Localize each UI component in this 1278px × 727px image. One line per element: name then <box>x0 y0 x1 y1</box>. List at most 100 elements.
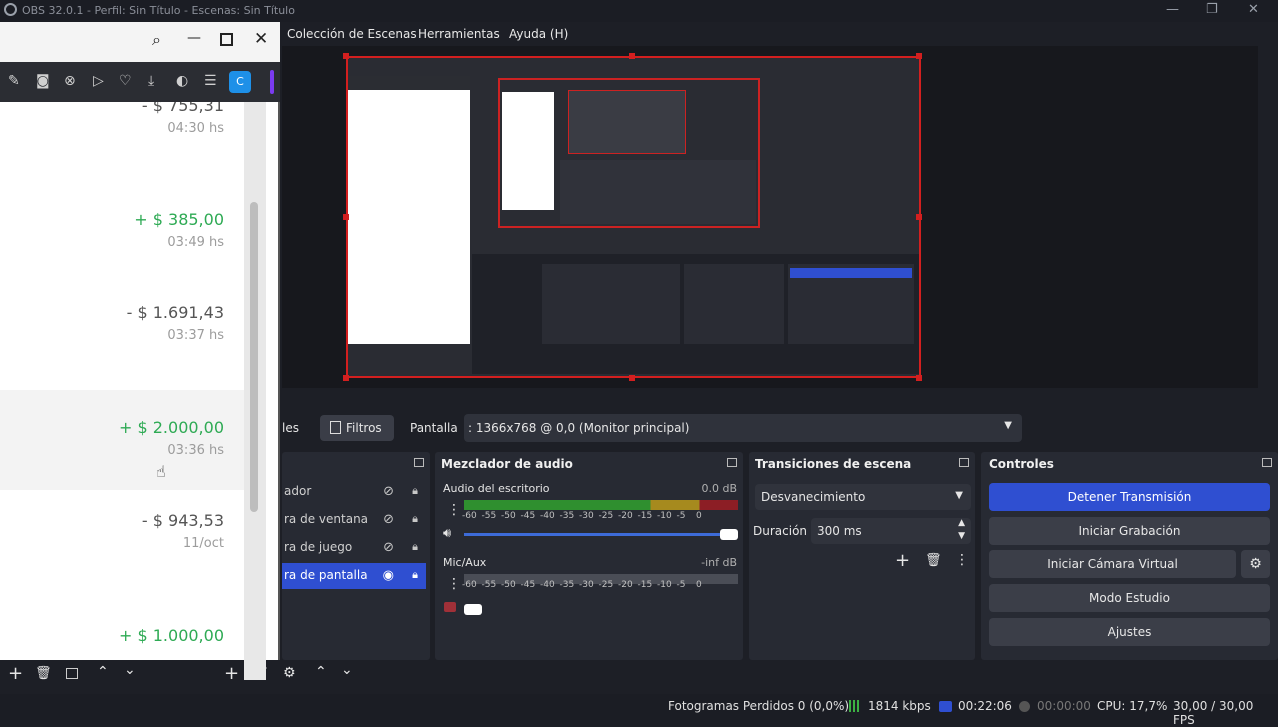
lock-icon[interactable]: 🔒︎ <box>412 540 418 554</box>
source-row-selected[interactable]: ra de pantalla ◉ 🔒︎ <box>282 563 426 589</box>
play-icon[interactable]: ▷ <box>93 73 104 89</box>
resize-handle-tc[interactable] <box>629 53 635 59</box>
virtual-camera-settings-button[interactable]: ⚙︎ <box>1241 550 1270 578</box>
transition-menu-icon[interactable]: ⋮ <box>955 552 969 568</box>
source-row[interactable]: ra de juego ⊘ 🔒︎ <box>282 535 426 561</box>
record-icon[interactable]: ⊗ <box>64 73 76 89</box>
settings-button[interactable]: Ajustes <box>989 618 1270 646</box>
undock-icon[interactable] <box>959 458 969 467</box>
toggle-icon[interactable]: ◐ <box>176 73 188 89</box>
stop-streaming-button[interactable]: Detener Transmisión <box>989 483 1270 511</box>
resize-handle-ml[interactable] <box>343 214 349 220</box>
resize-handle-br[interactable] <box>916 375 922 381</box>
lock-icon[interactable]: 🔒︎ <box>412 484 418 498</box>
app-header: ⌕ — ✕ <box>0 22 280 62</box>
scrollbar-thumb[interactable] <box>250 202 258 512</box>
add-transition-icon[interactable]: + <box>895 550 910 571</box>
restore-icon[interactable]: ❐ <box>1206 2 1218 17</box>
display-select[interactable]: : 1366x768 @ 0,0 (Monitor principal) ▼ <box>464 414 1022 442</box>
start-recording-button[interactable]: Iniciar Grabación <box>989 517 1270 545</box>
desktop-volume-slider[interactable] <box>464 533 730 536</box>
preview-source-frame[interactable] <box>346 56 921 378</box>
heart-icon[interactable]: ♡ <box>119 73 132 89</box>
move-down-icon[interactable]: ⌄ <box>341 662 353 678</box>
transition-select[interactable]: Desvanecimiento ▼ <box>755 484 971 510</box>
fps: 30,00 / 30,00 FPS <box>1173 699 1254 727</box>
duration-input[interactable]: 300 ms ▲ ▼ <box>811 518 971 544</box>
eye-hidden-icon[interactable]: ⊘ <box>383 512 394 527</box>
edit-icon[interactable]: ✎ <box>8 73 20 89</box>
desktop-volume-handle[interactable] <box>720 529 738 540</box>
resize-handle-mr[interactable] <box>916 214 922 220</box>
start-virtual-camera-button[interactable]: Iniciar Cámara Virtual <box>989 550 1236 578</box>
title-bar: OBS 32.0.1 - Perfil: Sin Título - Escena… <box>0 0 1278 22</box>
lock-icon[interactable]: 🔒︎ <box>412 568 418 582</box>
transaction-item[interactable]: - $ 1.691,43 03:37 hs <box>127 303 224 343</box>
resize-handle-bc[interactable] <box>629 375 635 381</box>
menu-tools[interactable]: Herramientas <box>418 27 500 41</box>
add-source-icon[interactable]: + <box>224 663 239 684</box>
transaction-item[interactable]: - $ 755,31 04:30 hs <box>142 102 224 136</box>
mic-volume-handle[interactable] <box>464 604 482 615</box>
trash-icon[interactable]: 🗑︎ <box>925 553 942 568</box>
speaker-icon[interactable]: 🔊︎ <box>443 526 451 541</box>
transaction-item[interactable]: + $ 385,00 03:49 hs <box>134 210 224 250</box>
eye-hidden-icon[interactable]: ⊘ <box>383 540 394 555</box>
eye-icon[interactable]: ◉ <box>383 568 394 583</box>
camera-icon[interactable]: ◙ <box>36 73 50 89</box>
source-row[interactable]: ador ⊘ 🔒︎ <box>282 479 426 505</box>
minimize-icon[interactable]: — <box>187 30 201 46</box>
studio-mode-button[interactable]: Modo Estudio <box>989 584 1270 612</box>
undock-icon[interactable] <box>1262 458 1272 467</box>
mirror-app-window: ⌕ — ✕ ✎ ◙ ⊗ ▷ ♡ ⤓ ◐ ☰ C - $ 755,31 04:30… <box>0 22 280 680</box>
obs-logo-icon <box>4 3 17 16</box>
stepper-down-icon[interactable]: ▼ <box>958 531 965 541</box>
menu-help[interactable]: Ayuda (H) <box>509 27 568 41</box>
gear-icon[interactable]: ⚙︎ <box>283 665 296 681</box>
scene-filter-icon[interactable] <box>66 668 78 679</box>
preview-canvas[interactable] <box>282 46 1258 388</box>
channel-menu-icon[interactable]: ⋮ <box>447 576 461 592</box>
properties-button-label[interactable]: les <box>282 421 299 435</box>
transaction-time: 03:37 hs <box>167 328 224 343</box>
undock-icon[interactable] <box>727 458 737 467</box>
lock-icon[interactable]: 🔒︎ <box>412 512 418 526</box>
transaction-amount: + $ 2.000,00 <box>118 418 224 437</box>
minimize-icon[interactable]: — <box>1166 2 1179 17</box>
search-icon[interactable]: ⌕ <box>152 30 161 50</box>
move-up-icon[interactable]: ⌃ <box>315 664 327 680</box>
resize-handle-tr[interactable] <box>916 53 922 59</box>
transaction-item[interactable]: + $ 1.000,00 <box>119 626 224 645</box>
menu-scene-collection[interactable]: Colección de Escenas <box>287 27 417 41</box>
muted-speaker-icon[interactable] <box>444 602 456 612</box>
menu-icon[interactable]: ☰ <box>204 73 217 89</box>
transaction-item[interactable]: - $ 943,53 11/oct <box>142 511 224 551</box>
transaction-time: 03:36 hs <box>167 443 224 458</box>
close-icon[interactable]: ✕ <box>1248 2 1259 17</box>
channel-menu-icon[interactable]: ⋮ <box>447 502 461 518</box>
undock-icon[interactable] <box>414 458 424 467</box>
move-up-icon[interactable]: ⌃ <box>97 664 109 680</box>
transaction-amount: + $ 385,00 <box>134 210 224 229</box>
resize-handle-tl[interactable] <box>343 53 349 59</box>
mic-audio-ticks: -60 -55 -50 -45 -40 -35 -30 -25 -20 -15 -10 -5 0 <box>462 580 702 590</box>
source-label: ra de pantalla <box>284 568 368 582</box>
chevron-down-icon: ▼ <box>955 490 963 501</box>
download-icon[interactable]: ⤓ <box>148 73 154 89</box>
transaction-list: - $ 755,31 04:30 hs + $ 385,00 03:49 hs … <box>0 102 244 660</box>
filters-button[interactable]: Filtros <box>320 415 394 441</box>
source-label: ra de ventana <box>284 512 369 526</box>
source-row[interactable]: ra de ventana ⊘ 🔒︎ <box>282 507 426 533</box>
add-scene-icon[interactable]: + <box>8 663 23 684</box>
resize-handle-bl[interactable] <box>343 375 349 381</box>
window-title: OBS 32.0.1 - Perfil: Sin Título - Escena… <box>22 4 295 17</box>
maximize-icon[interactable] <box>220 33 233 46</box>
close-icon[interactable]: ✕ <box>254 29 268 49</box>
app-scrollbar[interactable] <box>244 102 266 680</box>
trash-icon[interactable]: 🗑︎ <box>35 666 52 681</box>
avatar[interactable]: C <box>229 71 251 93</box>
transaction-item[interactable]: + $ 2.000,00 03:36 hs <box>119 418 224 458</box>
move-down-icon[interactable]: ⌄ <box>124 662 136 678</box>
eye-hidden-icon[interactable]: ⊘ <box>383 484 394 499</box>
stepper-up-icon[interactable]: ▲ <box>958 518 965 528</box>
